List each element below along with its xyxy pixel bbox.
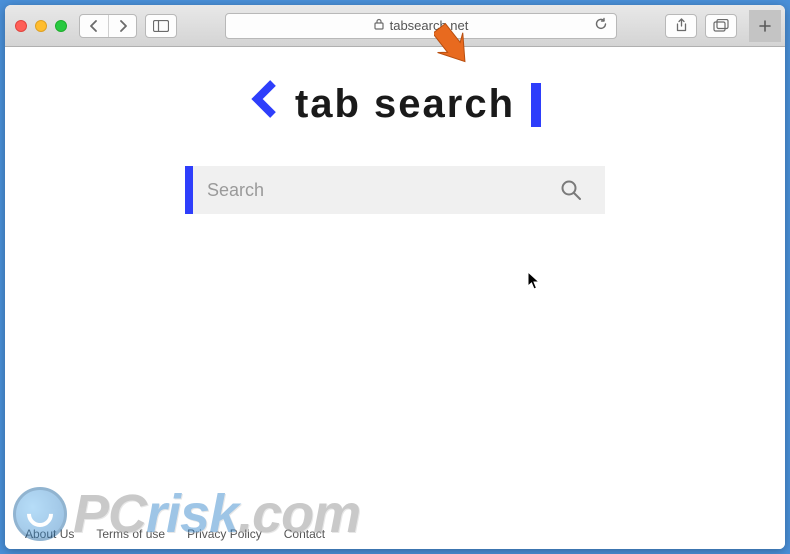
url-text: tabsearch.net: [390, 18, 469, 33]
site-logo: tab search: [249, 77, 541, 132]
show-tabs-button[interactable]: [705, 14, 737, 38]
footer-link-about[interactable]: About Us: [25, 527, 74, 541]
page-content: tab search About Us Terms of use Privacy…: [5, 47, 785, 549]
logo-text: tab search: [295, 82, 515, 127]
maximize-window-button[interactable]: [55, 20, 67, 32]
search-accent-bar: [185, 166, 193, 214]
back-button[interactable]: [80, 15, 108, 37]
footer-links: About Us Terms of use Privacy Policy Con…: [25, 527, 325, 541]
search-input[interactable]: [207, 180, 551, 201]
search-icon: [560, 179, 582, 201]
window-controls: [15, 20, 67, 32]
footer-link-terms[interactable]: Terms of use: [96, 527, 165, 541]
logo-accent-bar: [531, 83, 541, 127]
share-button[interactable]: [665, 14, 697, 38]
nav-back-forward: [79, 14, 137, 38]
footer-link-privacy[interactable]: Privacy Policy: [187, 527, 262, 541]
new-tab-button[interactable]: [749, 10, 781, 42]
chevron-left-icon: [249, 77, 279, 132]
browser-window: tabsearch.net tab search: [5, 5, 785, 549]
lock-icon: [374, 18, 384, 33]
minimize-window-button[interactable]: [35, 20, 47, 32]
close-window-button[interactable]: [15, 20, 27, 32]
browser-toolbar: tabsearch.net: [5, 5, 785, 47]
address-bar[interactable]: tabsearch.net: [225, 13, 617, 39]
forward-button[interactable]: [108, 15, 136, 37]
search-button[interactable]: [551, 179, 591, 201]
search-bar: [185, 166, 605, 214]
reload-button[interactable]: [594, 17, 608, 34]
show-sidebar-button[interactable]: [145, 14, 177, 38]
search-box: [193, 166, 605, 214]
footer-link-contact[interactable]: Contact: [284, 527, 325, 541]
